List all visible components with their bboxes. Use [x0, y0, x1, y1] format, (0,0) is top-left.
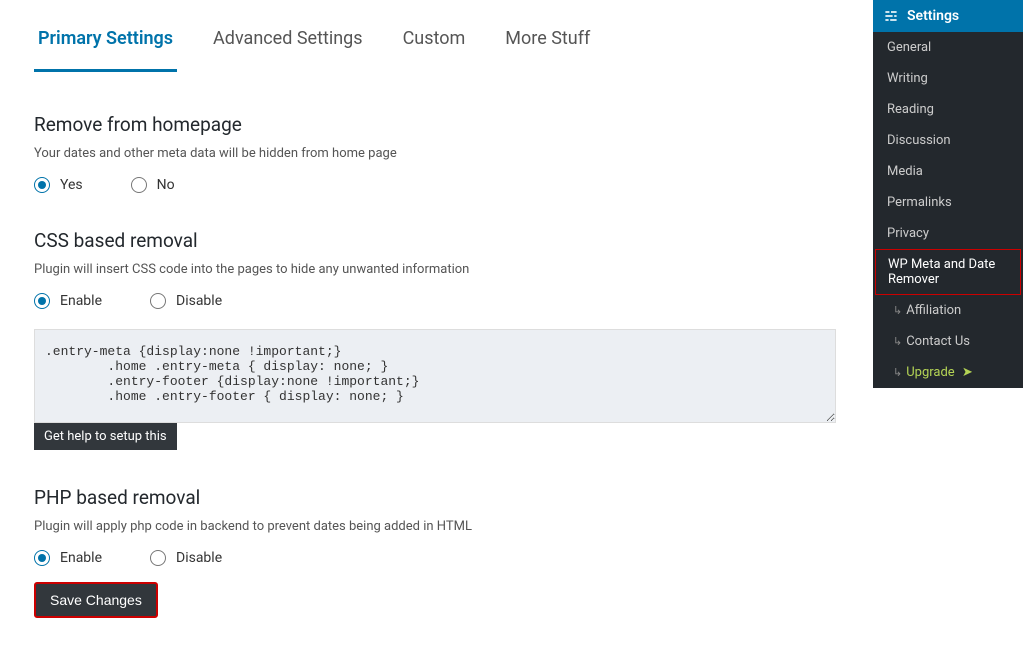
radio-icon: [150, 550, 166, 566]
radio-icon: [34, 550, 50, 566]
sidebar-item-label: Affiliation: [906, 303, 961, 318]
radio-label: No: [157, 177, 175, 193]
sidebar-item-label: Contact Us: [906, 334, 970, 349]
settings-icon: [883, 8, 899, 24]
section-title: Remove from homepage: [34, 113, 836, 136]
sub-icon: ↳: [893, 335, 902, 348]
main-content: Primary Settings Advanced Settings Custo…: [0, 0, 870, 672]
php-radio-group: Enable Disable: [34, 550, 836, 566]
section-description: Plugin will apply php code in backend to…: [34, 519, 836, 534]
sidebar-item-general[interactable]: General: [873, 32, 1023, 63]
radio-icon: [150, 293, 166, 309]
section-remove-homepage: Remove from homepage Your dates and othe…: [34, 113, 836, 193]
tab-more-stuff[interactable]: More Stuff: [501, 18, 594, 72]
sidebar-item-discussion[interactable]: Discussion: [873, 125, 1023, 156]
radio-label: Yes: [60, 177, 83, 193]
section-description: Plugin will insert CSS code into the pag…: [34, 262, 836, 277]
sidebar-item-label: Upgrade: [906, 365, 954, 380]
sidebar-item-upgrade[interactable]: ↳ Upgrade ➤: [873, 357, 1023, 388]
sidebar-item-reading[interactable]: Reading: [873, 94, 1023, 125]
css-radio-group: Enable Disable: [34, 293, 836, 309]
radio-disable[interactable]: Disable: [150, 293, 222, 309]
settings-tabs: Primary Settings Advanced Settings Custo…: [34, 18, 836, 73]
radio-icon: [131, 177, 147, 193]
radio-disable[interactable]: Disable: [150, 550, 222, 566]
section-title: CSS based removal: [34, 229, 836, 252]
arrow-icon: ➤: [959, 365, 973, 380]
radio-label: Disable: [176, 550, 222, 566]
sidebar-item-affiliation[interactable]: ↳ Affiliation: [873, 295, 1023, 326]
radio-label: Enable: [60, 550, 102, 566]
sub-icon: ↳: [893, 366, 902, 379]
homepage-radio-group: Yes No: [34, 177, 836, 193]
section-php-removal: PHP based removal Plugin will apply php …: [34, 486, 836, 618]
sidebar-item-wp-meta-remover[interactable]: WP Meta and Date Remover: [875, 249, 1021, 295]
sidebar-item-privacy[interactable]: Privacy: [873, 218, 1023, 249]
radio-yes[interactable]: Yes: [34, 177, 83, 193]
radio-no[interactable]: No: [131, 177, 175, 193]
sidebar-header-label: Settings: [907, 8, 959, 24]
radio-enable[interactable]: Enable: [34, 293, 102, 309]
tab-custom[interactable]: Custom: [399, 18, 470, 72]
tab-advanced-settings[interactable]: Advanced Settings: [209, 18, 367, 72]
css-code-textarea[interactable]: .entry-meta {display:none !important;} .…: [34, 329, 836, 423]
radio-icon: [34, 177, 50, 193]
sidebar-item-contact-us[interactable]: ↳ Contact Us: [873, 326, 1023, 357]
tab-primary-settings[interactable]: Primary Settings: [34, 18, 177, 72]
sidebar-item-writing[interactable]: Writing: [873, 63, 1023, 94]
sub-icon: ↳: [893, 304, 902, 317]
settings-sidebar: Settings General Writing Reading Discuss…: [873, 0, 1023, 388]
section-description: Your dates and other meta data will be h…: [34, 146, 836, 161]
sidebar-item-permalinks[interactable]: Permalinks: [873, 187, 1023, 218]
radio-icon: [34, 293, 50, 309]
section-css-removal: CSS based removal Plugin will insert CSS…: [34, 229, 836, 450]
sidebar-header: Settings: [873, 0, 1023, 32]
radio-enable[interactable]: Enable: [34, 550, 102, 566]
section-title: PHP based removal: [34, 486, 836, 509]
help-setup-button[interactable]: Get help to setup this: [34, 423, 177, 450]
radio-label: Disable: [176, 293, 222, 309]
radio-label: Enable: [60, 293, 102, 309]
sidebar-item-media[interactable]: Media: [873, 156, 1023, 187]
